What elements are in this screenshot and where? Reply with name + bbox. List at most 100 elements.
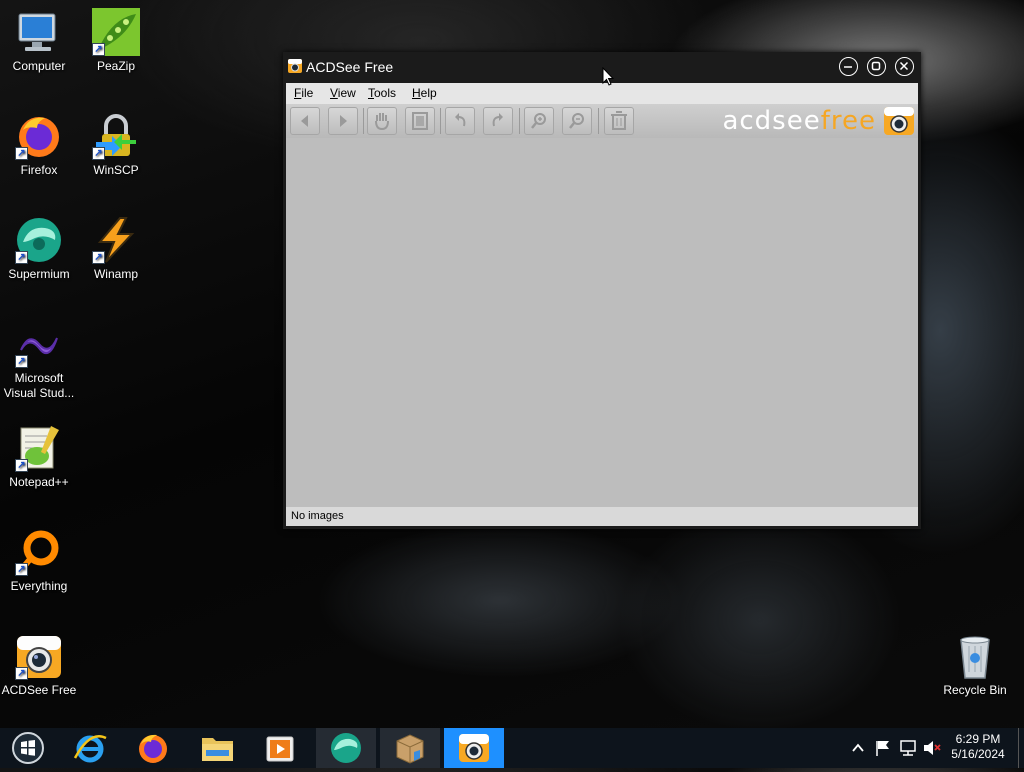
package-box-icon xyxy=(396,734,424,764)
firefox-icon xyxy=(139,734,167,763)
zoom-out-button[interactable] xyxy=(562,107,592,135)
winscp-icon: ↗ xyxy=(92,112,140,160)
shortcut-arrow-icon: ↗ xyxy=(15,147,28,160)
taskbar-acdsee-free[interactable] xyxy=(444,728,504,768)
taskbar-clock[interactable]: 6:29 PM 5/16/2024 xyxy=(942,732,1014,762)
close-button[interactable] xyxy=(895,57,914,76)
rotate-right-button[interactable] xyxy=(483,107,513,135)
folder-icon xyxy=(202,738,233,761)
show-desktop-button[interactable] xyxy=(1018,728,1024,768)
taskbar-internet-explorer[interactable] xyxy=(60,728,120,768)
hand-tool-button[interactable] xyxy=(367,107,397,135)
show-hidden-icons-button[interactable] xyxy=(848,728,868,768)
recycle-bin-icon xyxy=(951,632,999,680)
shortcut-arrow-icon: ↗ xyxy=(15,563,28,576)
action-center-flag[interactable] xyxy=(872,728,894,768)
menu-help[interactable]: Help xyxy=(412,86,437,100)
shortcut-arrow-icon: ↗ xyxy=(92,251,105,264)
zoom-in-icon xyxy=(531,113,546,129)
mouse-cursor-icon xyxy=(602,66,615,87)
taskbar-package-installer[interactable] xyxy=(380,728,440,768)
desktop-icon-label: Supermium xyxy=(8,267,70,281)
forward-button[interactable] xyxy=(328,107,358,135)
fit-window-icon xyxy=(412,112,428,130)
start-button[interactable] xyxy=(0,728,56,768)
shortcut-arrow-icon: ↗ xyxy=(92,43,105,56)
maximize-button[interactable] xyxy=(867,57,886,76)
speaker-muted-icon xyxy=(924,741,941,755)
desktop-icon-label: Computer xyxy=(12,59,66,73)
zoom-out-icon xyxy=(569,113,584,129)
desktop-icon-label: PeaZip xyxy=(96,59,136,73)
delete-button[interactable] xyxy=(604,107,634,135)
flag-icon xyxy=(876,741,889,756)
chevron-up-icon xyxy=(852,743,864,752)
acdsee-free-logo: acdseefree xyxy=(722,107,876,135)
supermium-icon: ↗ xyxy=(15,216,63,264)
status-bar: No images xyxy=(286,507,918,526)
desktop-icon-winscp[interactable]: ↗ WinSCP xyxy=(77,112,155,178)
desktop-icon-recycle-bin[interactable]: Recycle Bin xyxy=(936,632,1014,698)
supermium-icon xyxy=(331,733,361,763)
toolbar-separator xyxy=(519,108,520,134)
arrow-right-icon xyxy=(340,115,347,127)
clock-date: 5/16/2024 xyxy=(951,747,1005,761)
shortcut-arrow-icon: ↗ xyxy=(15,251,28,264)
desktop-icon-everything[interactable]: ↗ Everything xyxy=(0,528,78,594)
desktop-icon-label: Recycle Bin xyxy=(943,683,1007,697)
back-button[interactable] xyxy=(290,107,320,135)
clock-time: 6:29 PM xyxy=(955,732,1001,746)
shortcut-arrow-icon: ↗ xyxy=(15,355,28,368)
desktop-icon-peazip[interactable]: ↗ PeaZip xyxy=(77,8,155,74)
acdsee-camera-icon xyxy=(459,734,489,762)
desktop-icon-visual-studio[interactable]: ↗ Microsoft Visual Stud... xyxy=(0,320,78,401)
fit-to-window-button[interactable] xyxy=(405,107,435,135)
acdsee-camera-icon: ↗ xyxy=(15,632,63,680)
media-player-icon xyxy=(266,736,294,762)
menu-view[interactable]: View xyxy=(330,86,356,100)
shortcut-arrow-icon: ↗ xyxy=(92,147,105,160)
rotate-left-icon xyxy=(455,113,466,127)
desktop-icon-firefox[interactable]: ↗ Firefox xyxy=(0,112,78,178)
logo-acdsee-text: acdsee xyxy=(722,106,821,136)
taskbar-media-player[interactable] xyxy=(250,728,310,768)
minimize-button[interactable] xyxy=(839,57,858,76)
desktop-icon-notepad-plus-plus[interactable]: ↗ Notepad++ xyxy=(0,424,78,490)
menu-tools[interactable]: Tools xyxy=(368,86,396,100)
network-status[interactable] xyxy=(897,728,919,768)
acdsee-app-icon xyxy=(288,58,302,73)
desktop-icon-computer[interactable]: Computer xyxy=(0,8,78,74)
desktop-icon-label: Winamp xyxy=(93,267,138,281)
toolbar: acdseefree xyxy=(286,104,918,138)
acdsee-window: ACDSee Free File View Tools Help acdseef… xyxy=(283,52,921,529)
taskbar-firefox[interactable] xyxy=(123,728,183,768)
zoom-in-button[interactable] xyxy=(524,107,554,135)
trash-icon xyxy=(611,111,627,130)
taskbar-supermium[interactable] xyxy=(316,728,376,768)
acdsee-logo-camera-icon xyxy=(884,107,914,135)
desktop-icon-supermium[interactable]: ↗ Supermium xyxy=(0,216,78,282)
toolbar-separator xyxy=(363,108,364,134)
toolbar-separator xyxy=(440,108,441,134)
desktop-icon-label: WinSCP xyxy=(93,163,139,177)
desktop-icon-winamp[interactable]: ↗ Winamp xyxy=(77,216,155,282)
windows-logo-icon xyxy=(12,732,44,764)
taskbar: 6:29 PM 5/16/2024 xyxy=(0,728,1024,768)
everything-icon: ↗ xyxy=(15,528,63,576)
desktop-icon-label: Notepad++ xyxy=(9,475,69,489)
menu-file[interactable]: File xyxy=(294,86,313,100)
computer-icon xyxy=(15,8,63,56)
window-title: ACDSee Free xyxy=(306,59,394,75)
desktop-icon-acdsee-free[interactable]: ↗ ACDSee Free xyxy=(0,632,78,698)
shortcut-arrow-icon: ↗ xyxy=(15,459,28,472)
arrow-left-icon xyxy=(301,115,308,127)
volume-control[interactable] xyxy=(921,728,943,768)
firefox-icon: ↗ xyxy=(15,112,63,160)
taskbar-file-explorer[interactable] xyxy=(187,728,247,768)
maximize-icon xyxy=(871,61,881,71)
rotate-left-button[interactable] xyxy=(445,107,475,135)
desktop-icon-label: ACDSee Free xyxy=(1,683,77,697)
close-icon xyxy=(899,61,909,71)
image-browser-area[interactable] xyxy=(286,138,918,507)
minimize-icon xyxy=(844,66,852,68)
